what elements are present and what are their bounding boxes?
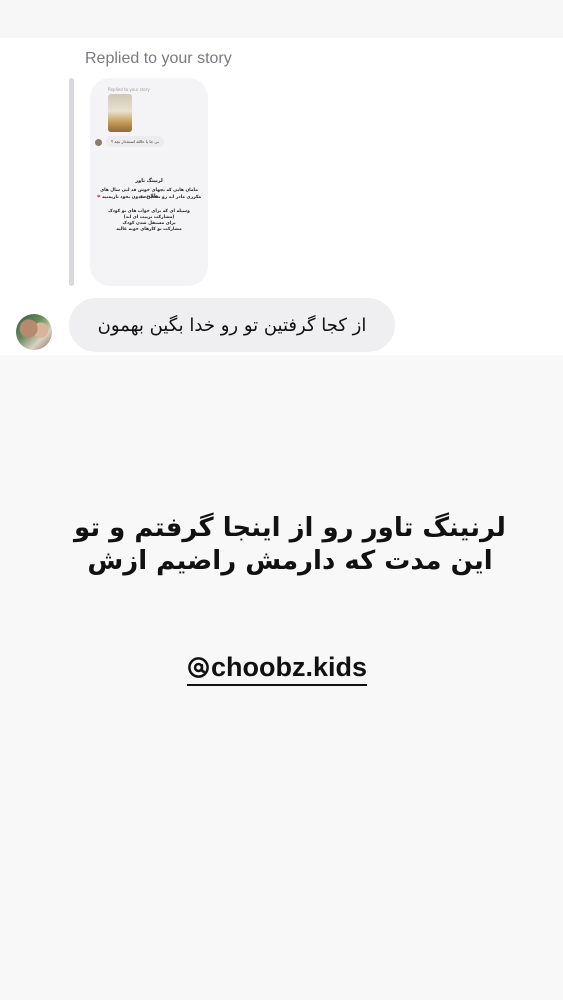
sender-avatar[interactable] (16, 314, 52, 350)
story-headline-line-1: لرنینگ تاور رو از اینجا گرفتم و تو (74, 513, 506, 543)
message-bubble: از کجا گرفتین تو رو خدا بگین بهمون (69, 298, 395, 352)
top-band (0, 0, 563, 38)
message-text: از کجا گرفتین تو رو خدا بگین بهمون (97, 314, 367, 336)
heart-icon: ❤ (96, 195, 101, 200)
mini-avatar (95, 139, 102, 146)
reply-indicator-bar (69, 78, 74, 286)
mention-sticker[interactable]: choobz.kids (187, 652, 368, 686)
story-thumbnail[interactable]: Replied to your story بی جا یا حالله است… (90, 78, 208, 286)
replied-to-story-label: Replied to your story (85, 50, 232, 67)
mini-title: لرنینگ تاور (135, 178, 163, 184)
mini-paragraph-1b-text: مکرری مادر اند رو تستین میدون بخود تاریم… (102, 195, 202, 200)
mini-replied-label: Replied to your story (108, 87, 150, 92)
threads-at-icon (188, 657, 209, 678)
mini-paragraph-1b: مکرری مادر اند رو تستین میدون بخود تاریم… (94, 195, 204, 201)
story-headline-line-2: این مدت که دارمش راضیم ازش (87, 546, 493, 576)
mini-story-photo (108, 94, 132, 132)
mini-paragraph-2d: مشارکت تو کارهای خونه عالیه (116, 227, 182, 232)
story-headline: لرنینگ تاور رو از اینجا گرفتم و تو این م… (60, 512, 520, 578)
mention-username: choobz.kids (211, 652, 368, 682)
mini-reply-bubble: بی جا یا حالله استخدار بچه ؟ (106, 136, 164, 147)
